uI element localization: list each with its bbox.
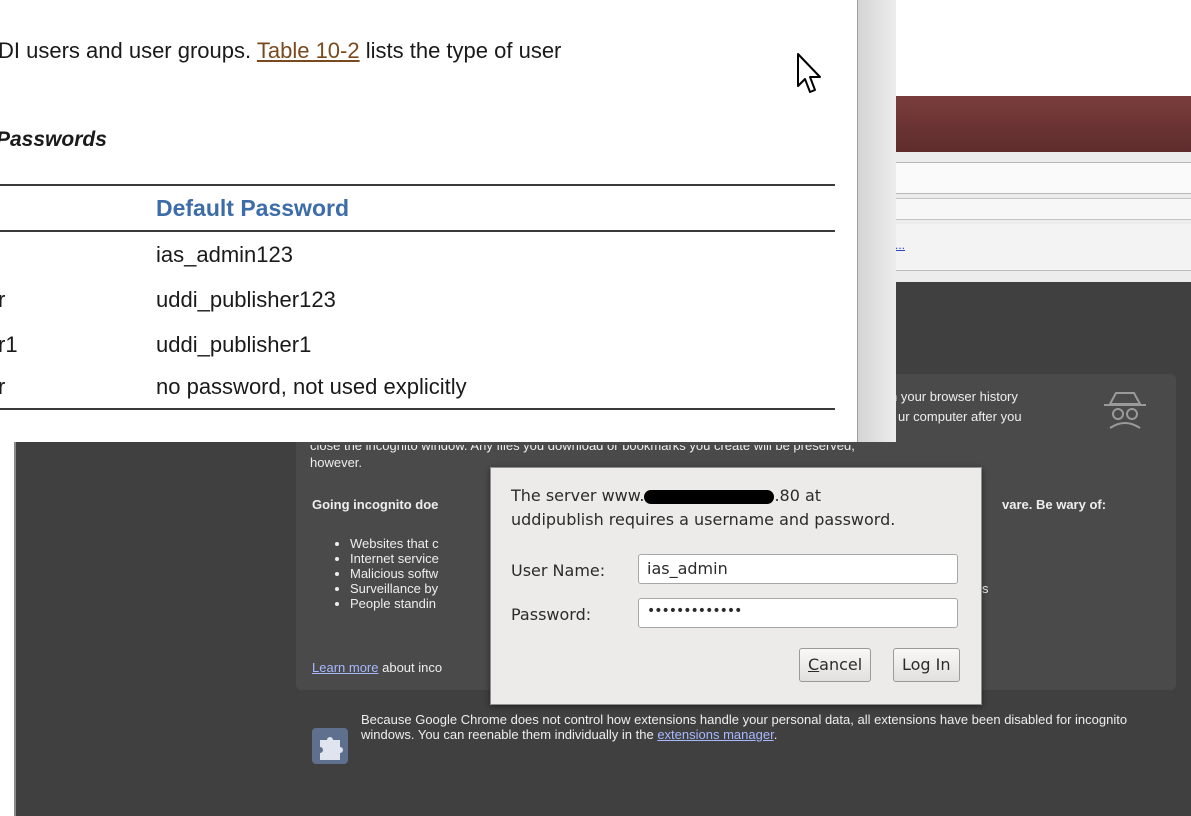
list-item: Internet service [350, 551, 439, 566]
extensions-manager-link[interactable]: extensions manager [657, 727, 773, 742]
log-in-label: Log In [902, 655, 951, 674]
password-label: Password: [511, 605, 592, 624]
bullet-tail-text: s [982, 581, 989, 596]
learn-more-link[interactable]: Learn more [312, 660, 378, 675]
incognito-text-line: ur computer after you [898, 409, 1022, 424]
intro-text-rest: lists the type of user [365, 38, 562, 63]
browser-titlebar[interactable] [855, 96, 1191, 152]
puzzle-piece-icon [312, 728, 348, 764]
column-header-default-password: Default Password [156, 195, 349, 221]
table-cell-user: r [0, 374, 6, 399]
list-item: Malicious softw [350, 566, 439, 581]
table-cell-password: uddi_publisher1 [156, 332, 312, 357]
learn-more-text: about inco [382, 660, 443, 675]
secondary-bar [895, 198, 1191, 220]
table-caption: Passwords [0, 128, 107, 151]
incognito-text-line: n your browser history [890, 389, 1018, 404]
username-label: User Name: [511, 561, 606, 580]
list-item: Websites that c [350, 536, 439, 551]
auth-dialog: The server www. .80 at uddipublish requir… [490, 467, 982, 705]
username-field[interactable]: ias_admin [638, 554, 958, 584]
learn-more-line: Learn more about inco [312, 660, 442, 675]
list-item: Surveillance by [350, 581, 439, 596]
cancel-label: Cancel [808, 655, 863, 674]
table-top-rule [0, 184, 835, 186]
going-incognito-heading: Going incognito doe [312, 497, 439, 512]
auth-message-suffix: .80 at [774, 486, 822, 505]
table-cell-password: no password, not used explicitly [156, 374, 467, 399]
table-cell-password: ias_admin123 [156, 242, 293, 267]
table-cell-password: uddi_publisher123 [156, 287, 336, 312]
window-scroll-edge[interactable] [857, 0, 896, 442]
desktop-strip-left [0, 420, 14, 816]
documentation-window: DI users and user groups. Table 10-2 lis… [0, 0, 857, 442]
table-bottom-rule [0, 408, 835, 410]
list-item: People standin [350, 596, 439, 611]
table-header-rule [0, 230, 835, 232]
auth-message-prefix: The server www. [511, 486, 645, 505]
bookmarks-bar [895, 224, 1191, 271]
beware-heading: vare. Be wary of: [1002, 497, 1107, 512]
incognito-spy-icon [1104, 392, 1146, 429]
table-cell-user: r [0, 287, 6, 312]
bookmark-link[interactable]: ... [895, 238, 905, 252]
address-bar[interactable] [895, 162, 1191, 194]
intro-text: DI users and user groups. [0, 38, 252, 63]
table-10-2-link[interactable]: Table 10-2 [257, 38, 360, 63]
incognito-bullet-list: Websites that c Internet service Malicio… [330, 536, 439, 611]
auth-message: The server www. .80 at uddipublish requir… [511, 484, 971, 532]
mouse-pointer-icon [797, 53, 821, 93]
redacted-hostname [644, 489, 775, 504]
log-in-button[interactable]: Log In [893, 648, 960, 682]
desktop-strip [855, 0, 1191, 95]
auth-message-line2: uddipublish requires a username and pass… [511, 510, 896, 529]
extensions-period: . [773, 727, 778, 742]
cancel-button[interactable]: Cancel [799, 648, 872, 682]
extensions-notice: Because Google Chrome does not control h… [361, 712, 1151, 742]
table-cell-user: r1 [0, 332, 18, 357]
password-field[interactable]: ••••••••••••• [638, 598, 958, 628]
incognito-text-line: however. [310, 455, 363, 470]
intro-line: DI users and user groups. Table 10-2 lis… [0, 38, 561, 64]
